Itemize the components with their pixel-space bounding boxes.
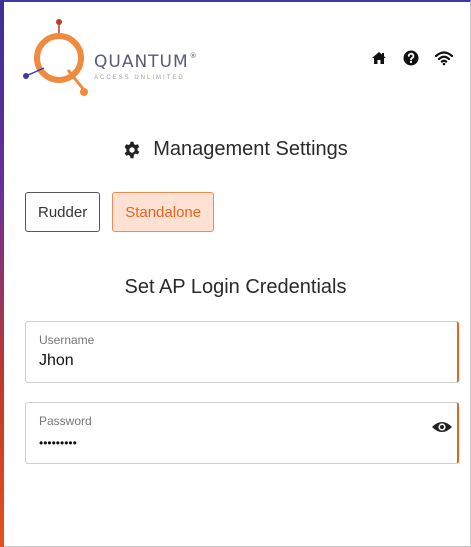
management-settings-heading: Management Settings — [0, 138, 471, 161]
mode-toggle-group: Rudder Standalone — [25, 192, 215, 232]
logo-tagline: ACCESS UNLIMITED — [94, 75, 185, 81]
header-icons — [371, 50, 453, 66]
username-value[interactable]: Jhon — [39, 352, 74, 370]
management-settings-title: Management Settings — [153, 138, 348, 160]
trademark-mark: ® — [189, 52, 198, 60]
password-value[interactable]: ••••••••• — [39, 436, 77, 450]
ap-credentials-heading: Set AP Login Credentials — [124, 276, 347, 298]
password-label: Password — [39, 414, 92, 428]
standalone-mode-button[interactable]: Standalone — [112, 192, 215, 232]
show-password-eye-icon[interactable] — [431, 419, 453, 435]
username-label: Username — [39, 333, 95, 347]
username-field[interactable]: Username Jhon — [25, 321, 459, 383]
password-field[interactable]: Password ••••••••• — [25, 402, 459, 464]
quantum-logo: QUANTUM® ACCESS UNLIMITED — [22, 18, 222, 102]
home-icon[interactable] — [371, 50, 387, 66]
rudder-mode-button[interactable]: Rudder — [25, 192, 101, 232]
gear-icon — [124, 141, 140, 158]
accent-side-bar — [0, 0, 4, 547]
logo-mark-icon — [23, 19, 88, 96]
help-icon[interactable] — [403, 50, 419, 66]
logo-wordmark: QUANTUM® — [94, 52, 198, 72]
wifi-icon[interactable] — [435, 50, 453, 66]
